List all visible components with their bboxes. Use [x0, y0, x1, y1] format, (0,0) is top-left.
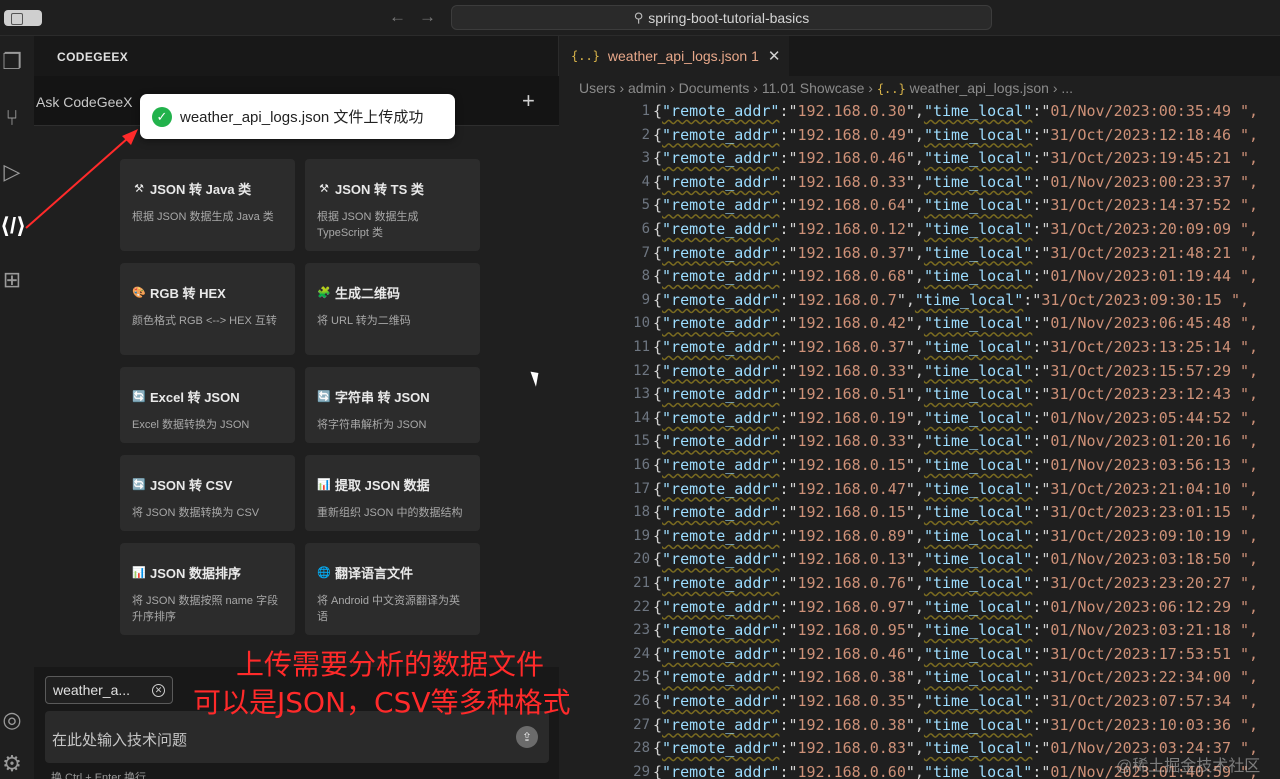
- overlay-caption-line2: 可以是JSON，CSV等多种格式: [193, 686, 571, 719]
- app-window: ← → ⚲ spring-boot-tutorial-basics ❐ ⑂ ▷ …: [0, 0, 1280, 779]
- overlay-caption-line1: 上传需要分析的数据文件: [236, 648, 545, 681]
- annotation-arrow: [25, 129, 138, 229]
- watermark: @稀土掘金技术社区: [1116, 758, 1261, 775]
